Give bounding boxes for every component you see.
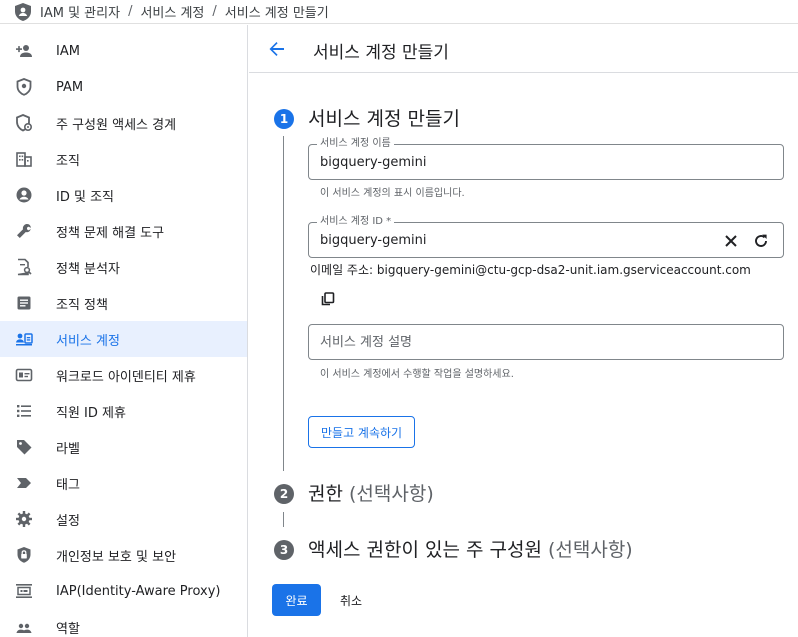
sidebar-item-principal-access-boundary[interactable]: 주 구성원 액세스 경계 bbox=[0, 105, 247, 141]
step-3-number: 3 bbox=[274, 540, 294, 560]
sidebar-item-roles[interactable]: 역할 bbox=[0, 609, 247, 637]
gear-icon bbox=[15, 510, 33, 528]
sidebar-item-identity-organization[interactable]: ID 및 조직 bbox=[0, 177, 247, 213]
breadcrumb-item-create: 서비스 계정 만들기 bbox=[224, 6, 329, 21]
page-title: 서비스 계정 만들기 bbox=[313, 43, 449, 63]
service-account-id-label: 서비스 계정 ID * bbox=[317, 216, 395, 228]
step-3-title[interactable]: 액세스 권한이 있는 주 구성원 (선택사항) bbox=[308, 535, 633, 562]
sidebar-item-iam[interactable]: IAM bbox=[0, 33, 247, 69]
sidebar-item-label: 조직 정책 bbox=[56, 297, 108, 313]
sidebar-item-label: IAM bbox=[56, 43, 80, 59]
sidebar-item-workload-identity-federation[interactable]: 워크로드 아이덴티티 제휴 bbox=[0, 357, 247, 393]
step-3-optional: (선택사항) bbox=[547, 539, 633, 561]
service-account-id-field[interactable]: 서비스 계정 ID * bbox=[308, 216, 784, 258]
breadcrumb-item-service-accounts[interactable]: 서비스 계정 bbox=[140, 2, 204, 21]
service-account-name-field[interactable]: 서비스 계정 이름 bbox=[308, 138, 784, 180]
chevron-tag-icon bbox=[15, 474, 33, 492]
sidebar-item-label: 주 구성원 액세스 경계 bbox=[56, 117, 177, 133]
step-1-number: 1 bbox=[274, 109, 294, 129]
sidebar-item-label: 태그 bbox=[56, 477, 80, 493]
step-2-optional: (선택사항) bbox=[349, 483, 434, 505]
breadcrumb-separator: / bbox=[212, 4, 217, 19]
sidebar-item-label: 조직 bbox=[56, 153, 80, 169]
shield-icon bbox=[15, 78, 33, 96]
sidebar-item-org-policies[interactable]: 조직 정책 bbox=[0, 285, 247, 321]
clear-icon[interactable] bbox=[721, 231, 741, 251]
cancel-button[interactable]: 취소 bbox=[332, 584, 370, 616]
sidebar-item-organization[interactable]: 조직 bbox=[0, 141, 247, 177]
copy-icon[interactable] bbox=[318, 289, 338, 309]
list-icon bbox=[15, 402, 33, 420]
step-1-title-text: 서비스 계정 만들기 bbox=[308, 108, 460, 130]
id-card-icon bbox=[15, 366, 33, 384]
sidebar-item-workforce-identity-federation[interactable]: 직원 ID 제휴 bbox=[0, 393, 247, 429]
sidebar-item-label: 워크로드 아이덴티티 제휴 bbox=[56, 369, 196, 385]
account-circle-icon bbox=[15, 186, 33, 204]
privacy-shield-icon bbox=[15, 546, 33, 564]
shield-gear-icon bbox=[15, 114, 33, 132]
done-button[interactable]: 완료 bbox=[272, 584, 321, 616]
step-3-title-text: 액세스 권한이 있는 주 구성원 bbox=[308, 539, 542, 561]
service-account-name-input[interactable] bbox=[320, 152, 710, 172]
sidebar-item-label: 개인정보 보호 및 보안 bbox=[56, 549, 177, 565]
service-account-email: 이메일 주소: bigquery-gemini@ctu-gcp-dsa2-uni… bbox=[310, 263, 751, 277]
service-account-description-field[interactable] bbox=[308, 324, 784, 360]
building-icon bbox=[15, 150, 33, 168]
sidebar-item-label: 직원 ID 제휴 bbox=[56, 405, 126, 421]
sidebar: IAM PAM 주 구성원 액세스 경계 조직 ID 및 조직 정책 문제 해결… bbox=[0, 25, 248, 637]
sidebar-item-iap[interactable]: IAP(Identity-Aware Proxy) bbox=[0, 573, 247, 609]
sidebar-item-label: 정책 문제 해결 도구 bbox=[56, 225, 165, 241]
step-connector bbox=[283, 136, 284, 471]
sidebar-item-policy-troubleshooter[interactable]: 정책 문제 해결 도구 bbox=[0, 213, 247, 249]
person-add-icon bbox=[15, 42, 33, 60]
service-account-description-input[interactable] bbox=[320, 332, 710, 352]
sidebar-item-label: ID 및 조직 bbox=[56, 189, 114, 205]
sidebar-item-settings[interactable]: 설정 bbox=[0, 501, 247, 537]
sidebar-item-privacy-security[interactable]: 개인정보 보호 및 보안 bbox=[0, 537, 247, 573]
back-arrow-icon[interactable] bbox=[265, 37, 289, 61]
service-account-name-hint: 이 서비스 계정의 표시 이름입니다. bbox=[320, 188, 465, 199]
refresh-icon[interactable] bbox=[751, 231, 771, 251]
service-account-description-hint: 이 서비스 계정에서 수행할 작업을 설명하세요. bbox=[320, 369, 514, 380]
sidebar-item-label: IAP(Identity-Aware Proxy) bbox=[56, 583, 221, 599]
breadcrumb: IAM 및 관리자 / 서비스 계정 / 서비스 계정 만들기 bbox=[0, 0, 798, 24]
step-connector bbox=[283, 512, 284, 527]
sidebar-item-service-accounts[interactable]: 서비스 계정 bbox=[0, 321, 247, 357]
sidebar-item-label: 역할 bbox=[56, 621, 80, 637]
step-2-title-text: 권한 bbox=[308, 483, 343, 505]
iam-shield-icon bbox=[14, 2, 32, 21]
step-2-number: 2 bbox=[274, 484, 294, 504]
step-2-title[interactable]: 권한 (선택사항) bbox=[308, 479, 434, 506]
tag-icon bbox=[15, 438, 33, 456]
service-account-id-input[interactable] bbox=[320, 230, 710, 250]
sidebar-item-policy-analyzer[interactable]: 정책 분석자 bbox=[0, 249, 247, 285]
sidebar-item-tags[interactable]: 태그 bbox=[0, 465, 247, 501]
sidebar-item-label: PAM bbox=[56, 79, 84, 95]
sidebar-item-pam[interactable]: PAM bbox=[0, 69, 247, 105]
breadcrumb-item-iam[interactable]: IAM 및 관리자 bbox=[40, 2, 120, 21]
step-1-title: 서비스 계정 만들기 bbox=[308, 104, 460, 131]
roles-icon bbox=[15, 618, 33, 636]
sidebar-item-label: 라벨 bbox=[56, 441, 80, 457]
page-header: 서비스 계정 만들기 bbox=[249, 25, 798, 73]
sidebar-item-label: 정책 분석자 bbox=[56, 261, 120, 277]
breadcrumb-separator: / bbox=[128, 4, 133, 19]
sidebar-item-label: 설정 bbox=[56, 513, 80, 529]
sidebar-item-label: 서비스 계정 bbox=[56, 333, 120, 349]
sidebar-item-labels[interactable]: 라벨 bbox=[0, 429, 247, 465]
service-account-icon bbox=[15, 330, 33, 348]
wrench-icon bbox=[15, 222, 33, 240]
doc-search-icon bbox=[15, 258, 33, 276]
iap-icon bbox=[15, 582, 33, 600]
article-icon bbox=[15, 294, 33, 312]
create-and-continue-button[interactable]: 만들고 계속하기 bbox=[308, 416, 416, 448]
service-account-name-label: 서비스 계정 이름 bbox=[317, 138, 394, 150]
